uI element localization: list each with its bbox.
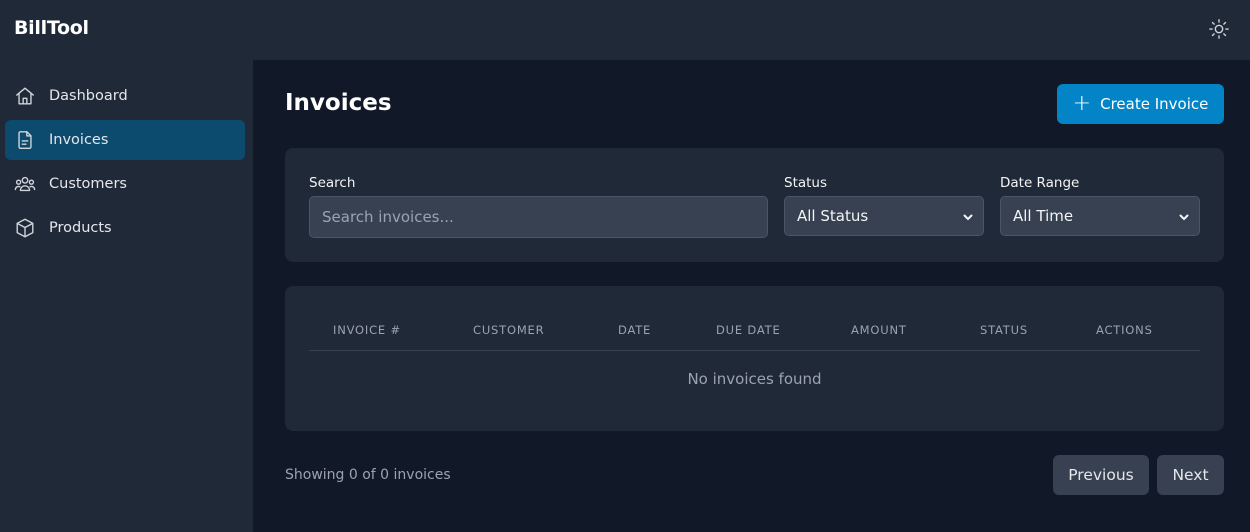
status-label: Status xyxy=(784,175,828,191)
date-range-label: Date Range xyxy=(1000,175,1080,191)
pagination-summary: Showing 0 of 0 invoices xyxy=(285,467,451,483)
next-button[interactable]: Next xyxy=(1157,455,1224,495)
sun-icon[interactable] xyxy=(1208,18,1230,40)
column-header-customer[interactable]: Customer xyxy=(473,323,544,337)
chevron-down-icon xyxy=(962,209,974,221)
chevron-down-icon xyxy=(1178,209,1190,221)
sidebar-item-customers[interactable]: Customers xyxy=(5,164,245,204)
users-icon xyxy=(14,173,36,195)
document-icon xyxy=(14,129,36,151)
sidebar-item-label: Products xyxy=(49,220,112,236)
invoices-table: Invoice # Customer Date Due Date Amount … xyxy=(285,286,1224,431)
empty-state-message: No invoices found xyxy=(687,370,822,388)
column-header-due-date[interactable]: Due Date xyxy=(716,323,781,337)
home-icon xyxy=(14,85,36,107)
sidebar-item-dashboard[interactable]: Dashboard xyxy=(5,76,245,116)
column-header-actions: Actions xyxy=(1096,323,1153,337)
column-header-amount[interactable]: Amount xyxy=(851,323,907,337)
sidebar-item-products[interactable]: Products xyxy=(5,208,245,248)
sidebar-item-invoices[interactable]: Invoices xyxy=(5,120,245,160)
create-invoice-button[interactable]: + Create Invoice xyxy=(1057,84,1224,124)
create-invoice-label: Create Invoice xyxy=(1100,95,1209,113)
sidebar: BillTool Dashboard Invoices Customers Pr… xyxy=(0,0,253,532)
date-range-select-value: All Time xyxy=(1013,207,1074,225)
column-header-date[interactable]: Date xyxy=(618,323,651,337)
brand-title: BillTool xyxy=(14,17,89,39)
top-bar xyxy=(253,0,1250,60)
sidebar-item-label: Dashboard xyxy=(49,88,128,104)
page-title: Invoices xyxy=(285,90,392,116)
column-header-status[interactable]: Status xyxy=(980,323,1028,337)
sidebar-nav: Dashboard Invoices Customers Products xyxy=(5,76,245,252)
table-header-divider xyxy=(309,350,1200,351)
cube-icon xyxy=(14,217,36,239)
status-select[interactable]: All Status xyxy=(784,196,984,236)
search-label: Search xyxy=(309,175,356,191)
search-input[interactable] xyxy=(309,196,768,238)
status-select-value: All Status xyxy=(797,207,869,225)
plus-icon: + xyxy=(1072,91,1092,116)
sidebar-item-label: Invoices xyxy=(49,132,109,148)
column-header-invoice-number[interactable]: Invoice # xyxy=(333,323,401,337)
sidebar-item-label: Customers xyxy=(49,176,127,192)
previous-button[interactable]: Previous xyxy=(1053,455,1149,495)
filter-panel: Search Status All Status Date Range All … xyxy=(285,148,1224,262)
date-range-select[interactable]: All Time xyxy=(1000,196,1200,236)
